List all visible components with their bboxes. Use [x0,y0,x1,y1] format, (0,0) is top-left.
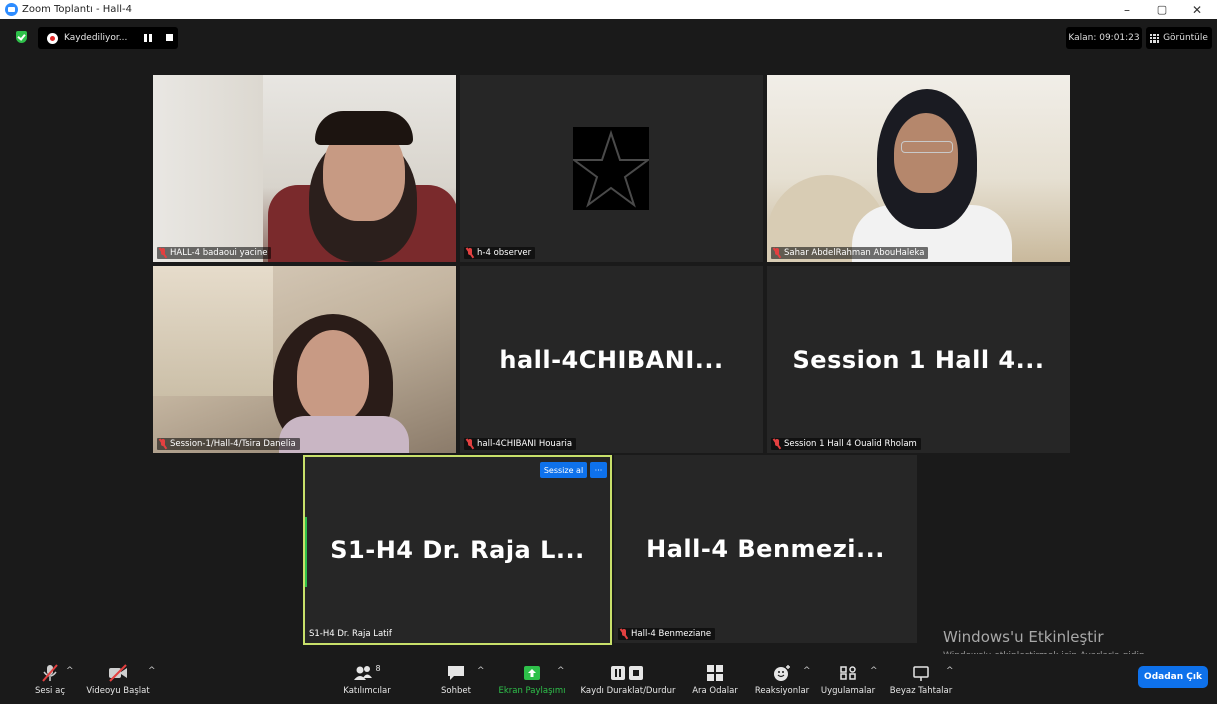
participant-name: hall-4CHIBANI Houaria [477,439,573,449]
breakout-rooms-label: Ara Odalar [692,686,738,696]
share-screen-icon [524,666,540,680]
zoom-logo-icon [5,3,18,16]
participant-name-label: hall-4CHIBANI Houaria [464,438,577,450]
whiteboard-icon [913,666,929,681]
grid-view-icon [1150,33,1160,43]
meeting-toolbar: Sesi aç ^ Videoyu Başlat ^ 8 Katılımcıla… [0,654,1217,704]
share-options-caret-icon[interactable]: ^ [557,666,565,676]
participant-display-name: hall-4CHIBANI... [499,345,724,374]
remaining-time: Kalan: 09:01:23 [1066,27,1142,49]
participant-name: Session 1 Hall 4 Oualid Rholam [784,439,917,449]
chat-button[interactable]: Sohbet [436,654,476,704]
recording-dot-icon [47,32,58,44]
start-video-button[interactable]: Videoyu Başlat [84,654,152,704]
whiteboards-label: Beyaz Tahtalar [889,686,953,696]
pause-stop-recording-button[interactable]: Kaydı Duraklat/Durdur [576,654,680,704]
participant-tile[interactable]: Session-1/Hall-4/Tsira Danelia [153,266,456,453]
participant-display-name: S1-H4 Dr. Raja L... [330,536,585,564]
breakout-rooms-button[interactable]: Ara Odalar [690,654,740,704]
unmute-label: Sesi aç [35,686,65,696]
participant-name-label: S1-H4 Dr. Raja Latif [309,628,396,640]
star-avatar-icon [570,127,652,210]
muted-mic-icon [42,664,58,682]
participant-name: S1-H4 Dr. Raja Latif [309,629,392,639]
chat-options-caret-icon[interactable]: ^ [477,666,485,676]
muted-mic-icon [466,248,474,258]
leave-meeting-button[interactable]: Odadan Çık [1138,666,1208,688]
participant-name: Session-1/Hall-4/Tsira Danelia [170,439,296,449]
reactions-label: Reaksiyonlar [754,686,810,696]
watermark-title: Windows'u Etkinleştir [943,628,1104,646]
chat-label: Sohbet [441,686,471,696]
participant-tile[interactable]: Session 1 Hall 4... Session 1 Hall 4 Oua… [767,266,1070,453]
view-button[interactable]: Görüntüle [1146,27,1212,49]
window-title: Zoom Toplantı - Hall-4 [22,4,132,15]
participant-tile[interactable]: h-4 observer [460,75,763,262]
mute-participant-button[interactable]: Sessize al [540,462,587,478]
pause-stop-recording-icon [611,666,643,680]
more-options-button[interactable]: ··· [590,462,607,478]
participant-video [153,266,456,453]
restore-icon[interactable]: ▢ [1145,0,1179,19]
apps-button[interactable]: Uygulamalar [818,654,878,704]
participants-icon [354,666,373,680]
apps-label: Uygulamalar [820,686,876,696]
security-shield-icon[interactable] [16,31,27,43]
muted-mic-icon [466,439,474,449]
participant-display-name: Hall-4 Benmezi... [646,535,885,563]
recording-label: Kaydediliyor... [64,33,128,43]
whiteboards-button[interactable]: Beyaz Tahtalar [888,654,954,704]
participant-display-name: Session 1 Hall 4... [792,345,1045,374]
reaction-smiley-icon [774,665,790,681]
participant-name-label: h-4 observer [464,247,536,259]
participant-name-label: Hall-4 Benmeziane [618,628,716,640]
muted-mic-icon [159,439,167,449]
participant-name-label: Sahar AbdelRahman AbouHaleka [771,247,929,259]
participants-button[interactable]: 8 Katılımcılar [340,654,394,704]
participants-label: Katılımcılar [343,686,391,696]
reactions-caret-icon[interactable]: ^ [803,666,811,676]
video-options-caret-icon[interactable]: ^ [148,666,156,676]
whiteboard-caret-icon[interactable]: ^ [946,666,954,676]
minimize-icon[interactable]: – [1110,0,1144,19]
apps-caret-icon[interactable]: ^ [870,666,878,676]
share-screen-label: Ekran Paylaşımı [498,686,566,696]
pause-stop-recording-label: Kaydı Duraklat/Durdur [580,686,676,696]
muted-mic-icon [620,629,628,639]
participant-name-label: Session 1 Hall 4 Oualid Rholam [771,438,921,450]
stop-recording-icon[interactable] [166,34,173,41]
participant-name: Sahar AbdelRahman AbouHaleka [784,248,925,258]
start-video-label: Videoyu Başlat [86,686,150,696]
participant-tile[interactable]: hall-4CHIBANI... hall-4CHIBANI Houaria [460,266,763,453]
participant-name-label: Session-1/Hall-4/Tsira Danelia [157,438,300,450]
close-icon[interactable]: ✕ [1180,0,1214,19]
unmute-button[interactable]: Sesi aç [30,654,70,704]
pause-recording-icon[interactable] [144,34,152,42]
meeting-topbar: Kaydediliyor... Kalan: 09:01:23 Görüntül… [0,19,1217,55]
participant-name: h-4 observer [477,248,532,258]
window-titlebar: Zoom Toplantı - Hall-4 – ▢ ✕ [0,0,1217,19]
participant-tile[interactable]: Sahar AbdelRahman AbouHaleka [767,75,1070,262]
participant-name-label: HALL-4 badaoui yacine [157,247,272,259]
muted-mic-icon [773,439,781,449]
recording-indicator: Kaydediliyor... [38,27,178,49]
share-screen-button[interactable]: Ekran Paylaşımı [494,654,570,704]
muted-mic-icon [159,248,167,258]
participant-video [767,75,1070,262]
chat-bubble-icon [448,666,464,680]
view-label: Görüntüle [1163,33,1208,43]
participant-name: HALL-4 badaoui yacine [170,248,268,258]
audio-options-caret-icon[interactable]: ^ [66,666,74,676]
participant-tile[interactable]: HALL-4 badaoui yacine [153,75,456,262]
muted-mic-icon [773,248,781,258]
active-speaker-tile[interactable]: Sessize al ··· S1-H4 Dr. Raja L... S1-H4… [303,455,612,645]
participants-count: 8 [375,664,381,673]
participant-name: Hall-4 Benmeziane [631,629,712,639]
reactions-button[interactable]: Reaksiyonlar [752,654,812,704]
breakout-rooms-icon [707,665,723,681]
video-off-icon [109,664,127,682]
participant-tile[interactable]: Hall-4 Benmezi... Hall-4 Benmeziane [614,455,917,643]
apps-icon [840,666,856,680]
participant-video [153,75,456,262]
